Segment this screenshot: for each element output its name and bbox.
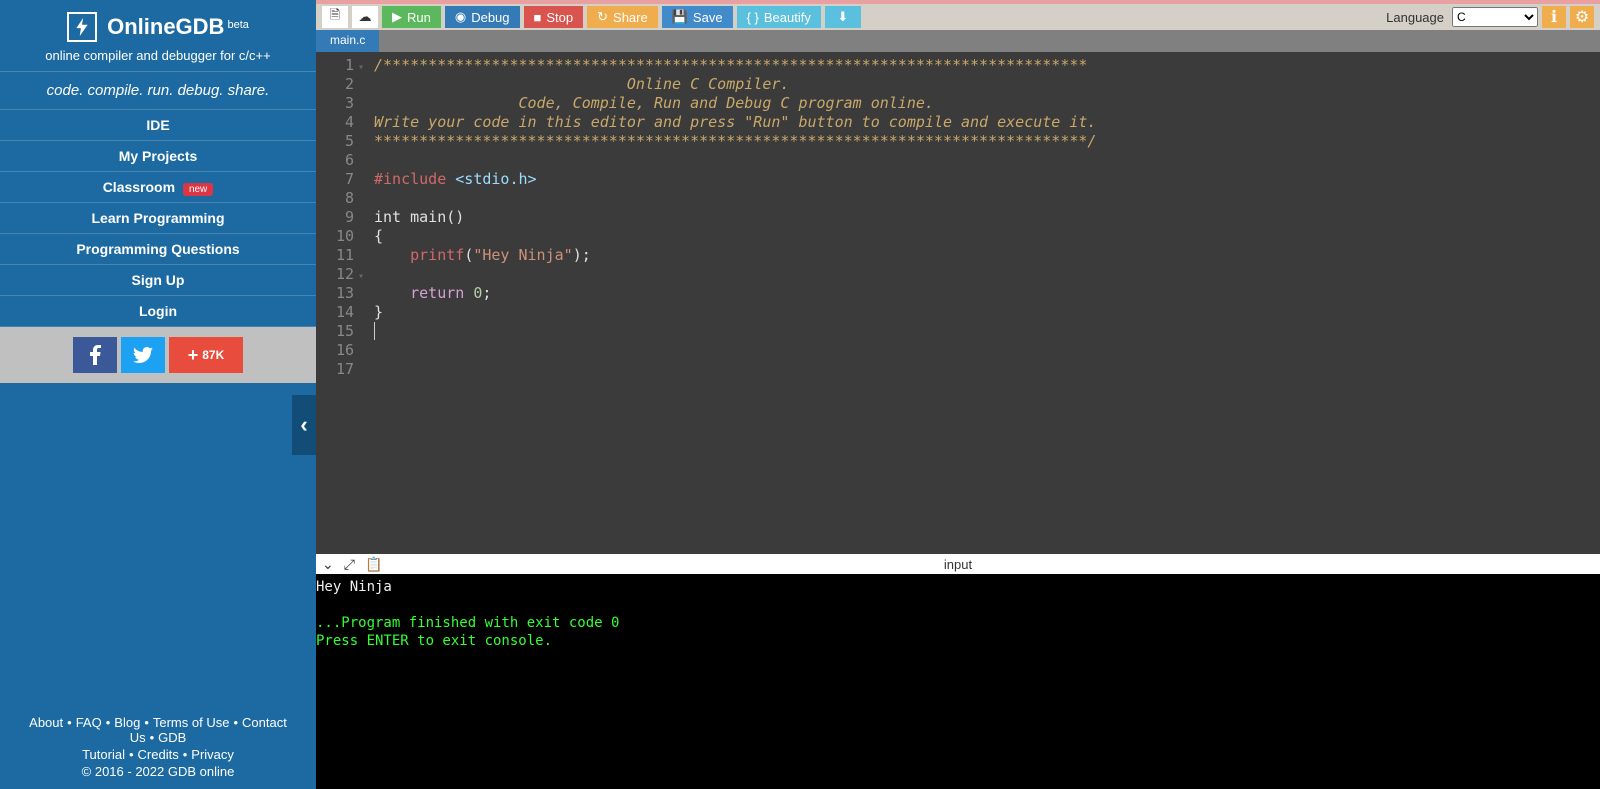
- nav-programming-questions[interactable]: Programming Questions: [0, 234, 316, 265]
- footer-terms[interactable]: Terms of Use: [153, 715, 230, 730]
- download-button[interactable]: ⬇: [825, 6, 861, 28]
- tab-main-c[interactable]: main.c: [316, 30, 379, 52]
- share-button[interactable]: ↻Share: [587, 6, 658, 28]
- badge-new: new: [183, 183, 213, 196]
- footer-row-2: Tutorial•Credits•Privacy: [4, 747, 312, 762]
- nav: IDE My Projects Classroom new Learn Prog…: [0, 109, 316, 327]
- footer-row-1: About•FAQ•Blog•Terms of Use•Contact Us•G…: [4, 715, 312, 745]
- share-count-button[interactable]: + 87K: [169, 337, 243, 373]
- footer-privacy[interactable]: Privacy: [191, 747, 234, 762]
- upload-icon: ☁: [359, 9, 372, 25]
- nav-classroom[interactable]: Classroom new: [0, 172, 316, 203]
- tab-bar: main.c: [316, 30, 1600, 52]
- footer-gdb[interactable]: GDB: [158, 730, 186, 745]
- language-select[interactable]: C: [1452, 7, 1538, 27]
- settings-button[interactable]: ⚙: [1570, 6, 1594, 28]
- footer-about[interactable]: About: [29, 715, 63, 730]
- nav-my-projects[interactable]: My Projects: [0, 141, 316, 172]
- logo-icon: [67, 12, 97, 42]
- run-button[interactable]: ▶Run: [382, 6, 441, 28]
- language-label: Language: [1386, 10, 1444, 25]
- nav-ide[interactable]: IDE: [0, 109, 316, 141]
- nav-login[interactable]: Login: [0, 296, 316, 327]
- social-row: + 87K: [0, 327, 316, 383]
- brand-tagline: code. compile. run. debug. share.: [0, 72, 316, 109]
- braces-icon: { }: [747, 10, 759, 25]
- stop-icon: ■: [534, 10, 542, 25]
- toolbar: 🗎 ☁ ▶Run ◉Debug ■Stop ↻Share 💾Save { }Be…: [316, 0, 1600, 30]
- brand-area: OnlineGDBbeta online compiler and debugg…: [0, 0, 316, 71]
- footer-credits[interactable]: Credits: [138, 747, 179, 762]
- footer-blog[interactable]: Blog: [114, 715, 140, 730]
- download-icon: ⬇: [837, 9, 848, 25]
- gear-icon: ⚙: [1575, 7, 1589, 27]
- footer-copyright: © 2016 - 2022 GDB online: [4, 764, 312, 779]
- console-output[interactable]: Hey Ninja ...Program finished with exit …: [316, 574, 1600, 789]
- console-tab-input[interactable]: input: [944, 557, 972, 572]
- console-line-3: ...Program finished with exit code 0: [316, 615, 619, 631]
- brand-title: OnlineGDBbeta: [107, 14, 249, 40]
- console-toolbar: ⌄ ⤢ 📋 input: [316, 554, 1600, 574]
- play-icon: ▶: [392, 9, 402, 25]
- brand-subtitle: online compiler and debugger for c/c++: [0, 48, 316, 63]
- footer-tutorial[interactable]: Tutorial: [82, 747, 125, 762]
- nav-classroom-label: Classroom: [103, 179, 175, 195]
- save-icon: 💾: [672, 9, 688, 25]
- nav-learn-programming[interactable]: Learn Programming: [0, 203, 316, 234]
- collapse-sidebar-button[interactable]: ‹: [292, 395, 316, 455]
- info-button[interactable]: ℹ: [1542, 6, 1566, 28]
- save-button[interactable]: 💾Save: [662, 6, 733, 28]
- main-area: 🗎 ☁ ▶Run ◉Debug ■Stop ↻Share 💾Save { }Be…: [316, 0, 1600, 789]
- share-count: 87K: [202, 348, 224, 362]
- console-collapse-button[interactable]: ⌄: [322, 556, 334, 573]
- console-expand-button[interactable]: ⤢: [344, 556, 355, 573]
- line-gutter: 1▾23456789101112▾1314151617: [316, 52, 360, 554]
- console-line-1: Hey Ninja: [316, 579, 392, 595]
- share-icon: ↻: [597, 9, 608, 25]
- new-file-button[interactable]: 🗎: [322, 6, 348, 28]
- upload-button[interactable]: ☁: [352, 6, 378, 28]
- console-copy-button[interactable]: 📋: [365, 556, 382, 573]
- info-icon: ℹ: [1551, 7, 1557, 27]
- file-icon: 🗎: [330, 6, 340, 28]
- nav-sign-up[interactable]: Sign Up: [0, 265, 316, 296]
- beautify-button[interactable]: { }Beautify: [737, 6, 821, 28]
- debug-button[interactable]: ◉Debug: [445, 6, 520, 28]
- brand-name: OnlineGDB: [107, 14, 224, 39]
- plus-icon: +: [188, 345, 199, 366]
- footer: About•FAQ•Blog•Terms of Use•Contact Us•G…: [0, 705, 316, 789]
- code-editor[interactable]: 1▾23456789101112▾1314151617 /***********…: [316, 52, 1600, 554]
- stop-button[interactable]: ■Stop: [524, 6, 584, 28]
- debug-icon: ◉: [455, 9, 466, 25]
- code-content[interactable]: /***************************************…: [360, 52, 1600, 554]
- footer-faq[interactable]: FAQ: [76, 715, 102, 730]
- brand-beta: beta: [227, 19, 248, 31]
- facebook-button[interactable]: [73, 337, 117, 373]
- twitter-button[interactable]: [121, 337, 165, 373]
- console-line-4: Press ENTER to exit console.: [316, 633, 552, 649]
- sidebar: OnlineGDBbeta online compiler and debugg…: [0, 0, 316, 789]
